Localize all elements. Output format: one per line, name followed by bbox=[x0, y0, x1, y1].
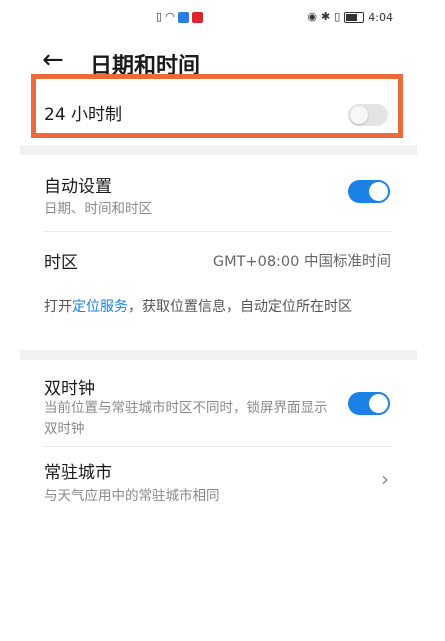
home-city-subtitle: 与天气应用中的常驻城市相同 bbox=[44, 488, 220, 504]
auto-set-toggle[interactable] bbox=[348, 180, 390, 203]
dual-clock-label: 双时钟 bbox=[44, 379, 95, 399]
section-separator bbox=[20, 350, 417, 360]
timezone-value[interactable]: GMT+08:00 中国标准时间 bbox=[213, 250, 391, 271]
location-hint-prefix: 打开 bbox=[44, 299, 72, 315]
divider bbox=[44, 446, 391, 447]
arrow-left-icon[interactable]: ← bbox=[42, 46, 64, 74]
vibrate-icon: ▯ bbox=[334, 10, 341, 23]
settings-screen: ▯ ◠ ◉ ✱ ▯ 4:04 ← 日期和时间 24 小时制 自动设置 日期、时间… bbox=[20, 0, 417, 641]
battery-icon bbox=[344, 11, 365, 23]
section-separator bbox=[20, 145, 417, 155]
huawei-app-icon bbox=[191, 11, 203, 23]
status-right-icons: ◉ ✱ ▯ 4:04 bbox=[307, 10, 393, 24]
location-service-link[interactable]: 定位服务 bbox=[72, 299, 128, 315]
highlight-annotation-box bbox=[31, 74, 403, 138]
location-hint: 打开定位服务，获取位置信息，自动定位所在时区 bbox=[44, 296, 394, 318]
toggle-knob bbox=[369, 182, 388, 201]
timezone-label[interactable]: 时区 bbox=[44, 248, 78, 273]
status-time: 4:04 bbox=[368, 10, 393, 24]
auto-set-subtitle: 日期、时间和时区 bbox=[44, 201, 152, 217]
divider bbox=[44, 231, 391, 232]
cloud-app-icon bbox=[177, 11, 189, 23]
location-hint-suffix: ，获取位置信息，自动定位所在时区 bbox=[128, 299, 352, 315]
sim-icon: ▯ bbox=[156, 10, 163, 23]
bluetooth-icon: ✱ bbox=[321, 10, 331, 23]
home-city-label[interactable]: 常驻城市 bbox=[44, 458, 112, 483]
toggle-knob bbox=[369, 394, 388, 413]
wifi-icon: ◠ bbox=[165, 10, 175, 23]
auto-set-label: 自动设置 bbox=[44, 177, 112, 197]
dual-clock-toggle[interactable] bbox=[348, 392, 390, 415]
status-bar: ▯ ◠ ◉ ✱ ▯ 4:04 bbox=[20, 0, 417, 38]
eye-icon: ◉ bbox=[307, 10, 318, 23]
dual-clock-subtitle: 当前位置与常驻城市时区不同时，锁屏界面显示双时钟 bbox=[44, 400, 328, 437]
chevron-right-icon[interactable]: › bbox=[381, 467, 389, 491]
status-left-icons: ▯ ◠ bbox=[156, 10, 203, 24]
